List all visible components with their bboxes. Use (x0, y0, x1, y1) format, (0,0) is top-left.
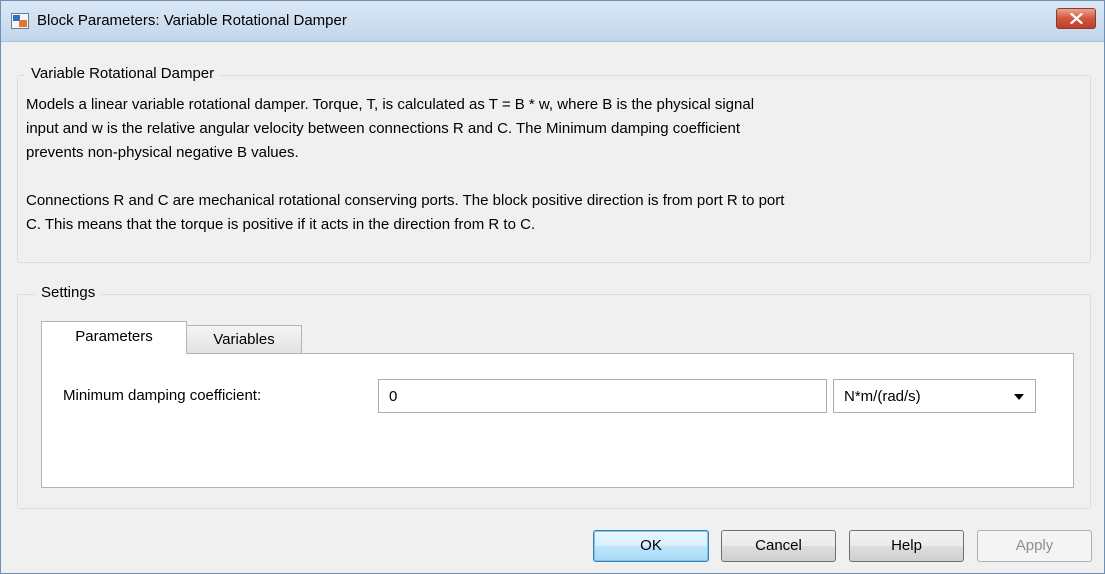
close-button[interactable] (1056, 8, 1096, 29)
simulink-block-icon (11, 13, 29, 29)
description-line: C. This means that the torque is positiv… (26, 216, 536, 233)
dialog-window: Block Parameters: Variable Rotational Da… (0, 0, 1105, 574)
min-damping-input[interactable] (378, 379, 827, 413)
description-line: Models a linear variable rotational damp… (26, 96, 755, 113)
cancel-button[interactable]: Cancel (721, 530, 836, 562)
settings-group-title: Settings (35, 283, 102, 303)
tab-parameters[interactable]: Parameters (41, 321, 187, 354)
description-group-title: Variable Rotational Damper (25, 64, 221, 84)
min-damping-unit-dropdown[interactable]: N*m/(rad/s) (833, 379, 1036, 413)
parameters-tab-panel (41, 353, 1074, 488)
apply-button[interactable]: Apply (977, 530, 1092, 562)
tab-variables[interactable]: Variables (186, 325, 302, 354)
ok-button[interactable]: OK (593, 530, 709, 562)
help-button[interactable]: Help (849, 530, 964, 562)
chevron-down-icon (1014, 394, 1024, 400)
close-icon (1070, 13, 1083, 24)
description-line: input and w is the relative angular velo… (26, 120, 741, 137)
title-bar[interactable]: Block Parameters: Variable Rotational Da… (1, 1, 1104, 42)
window-title: Block Parameters: Variable Rotational Da… (37, 12, 347, 29)
unit-selected-value: N*m/(rad/s) (844, 388, 921, 405)
description-line: prevents non-physical negative B values. (26, 144, 299, 161)
description-line: Connections R and C are mechanical rotat… (26, 192, 785, 209)
min-damping-label: Minimum damping coefficient: (63, 387, 262, 404)
